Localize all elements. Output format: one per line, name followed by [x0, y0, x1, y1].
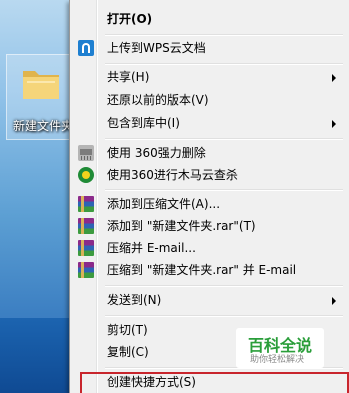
watermark-subtitle: 助你轻松解决: [250, 355, 305, 365]
menu-item-label: 上传到WPS云文档: [107, 41, 206, 55]
menu-item-label: 添加到压缩文件(A)...: [107, 197, 221, 211]
menu-separator: [105, 285, 343, 287]
menu-item-360-delete[interactable]: 使用 360强力删除: [72, 142, 346, 164]
winrar-icon: [78, 218, 94, 234]
menu-item-compress-email[interactable]: 压缩并 E-mail...: [72, 237, 346, 259]
menu-separator: [105, 315, 343, 317]
menu-separator: [105, 63, 343, 65]
winrar-icon: [78, 240, 94, 256]
menu-item-label: 共享(H): [107, 70, 150, 84]
wps-cloud-icon: [78, 40, 94, 56]
menu-item-open[interactable]: 打开(O): [72, 8, 346, 30]
shredder-icon: [78, 145, 94, 161]
folder-desktop-icon[interactable]: 新建文件夹: [6, 54, 74, 140]
menu-item-label: 剪切(T): [107, 323, 148, 337]
submenu-arrow-icon: [332, 297, 336, 305]
menu-item-label: 使用360进行木马云查杀: [107, 168, 238, 182]
menu-item-label: 还原以前的版本(V): [107, 93, 209, 107]
menu-item-label: 压缩并 E-mail...: [107, 241, 196, 255]
menu-item-label: 添加到 "新建文件夹.rar"(T): [107, 219, 256, 233]
menu-item-360-scan[interactable]: 使用360进行木马云查杀: [72, 164, 346, 186]
menu-item-label: 包含到库中(I): [107, 116, 180, 130]
menu-item-label: 复制(C): [107, 345, 149, 359]
highlight-annotation-box: [80, 372, 349, 393]
menu-item-restore-versions[interactable]: 还原以前的版本(V): [72, 89, 346, 111]
menu-item-compress-rar-email[interactable]: 压缩到 "新建文件夹.rar" 并 E-mail: [72, 259, 346, 281]
menu-item-label: 打开(O): [107, 12, 153, 26]
submenu-arrow-icon: [332, 120, 336, 128]
menu-item-label: 使用 360强力删除: [107, 146, 206, 160]
menu-item-share[interactable]: 共享(H): [72, 66, 346, 88]
submenu-arrow-icon: [332, 74, 336, 82]
menu-item-label: 压缩到 "新建文件夹.rar" 并 E-mail: [107, 263, 297, 277]
winrar-icon: [78, 196, 94, 212]
menu-item-send-to[interactable]: 发送到(N): [72, 289, 346, 311]
menu-separator: [105, 189, 343, 191]
menu-item-label: 发送到(N): [107, 293, 162, 307]
folder-icon: [23, 71, 59, 99]
menu-separator: [105, 138, 343, 140]
watermark-logo: 百科全说 助你轻松解决: [236, 328, 324, 368]
menu-separator: [105, 34, 343, 36]
360-security-icon: [78, 167, 94, 183]
menu-item-add-to-rar[interactable]: 添加到 "新建文件夹.rar"(T): [72, 215, 346, 237]
menu-item-include-library[interactable]: 包含到库中(I): [72, 112, 346, 134]
menu-item-upload-wps[interactable]: 上传到WPS云文档: [72, 37, 346, 59]
menu-item-add-archive[interactable]: 添加到压缩文件(A)...: [72, 193, 346, 215]
winrar-icon: [78, 262, 94, 278]
